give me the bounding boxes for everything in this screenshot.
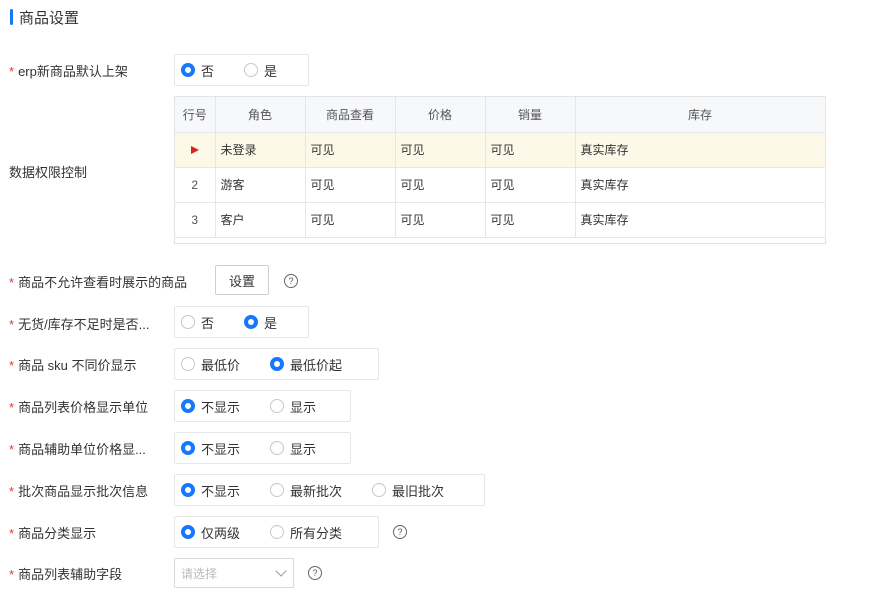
cell-price[interactable]: 可见 — [395, 167, 486, 203]
radio-circle-icon — [270, 357, 285, 371]
radio-circle-icon — [181, 441, 195, 455]
erp-default-listing-radio-group: 否 是 — [174, 54, 309, 86]
radio-stock-no[interactable]: 否 — [181, 313, 214, 332]
radio-category-two-levels[interactable]: 仅两级 — [181, 523, 240, 542]
out-of-stock-radio-group: 否 是 — [174, 306, 309, 338]
radio-circle-icon — [181, 483, 195, 497]
radio-erp-no[interactable]: 否 — [181, 61, 214, 80]
radio-circle-icon — [270, 441, 285, 455]
radio-circle-icon — [270, 483, 285, 497]
list-price-unit-radio-group: 不显示 显示 — [174, 390, 351, 422]
title-accent-bar — [10, 9, 13, 25]
radio-lowest-price-from[interactable]: 最低价起 — [270, 355, 342, 374]
aux-unit-price-label: * 商品辅助单位价格显... — [9, 442, 146, 457]
col-header-view: 商品查看 — [305, 97, 396, 133]
cell-role[interactable]: 客户 — [215, 202, 306, 238]
radio-circle-icon — [244, 63, 259, 77]
col-header-stock: 库存 — [575, 97, 826, 133]
radio-circle-icon — [270, 525, 285, 539]
section-title-text: 商品设置 — [19, 9, 80, 27]
aux-unit-price-radio-group: 不显示 显示 — [174, 432, 351, 464]
col-header-price: 价格 — [395, 97, 486, 133]
cell-sales[interactable]: 可见 — [485, 202, 576, 238]
radio-price-unit-hide[interactable]: 不显示 — [181, 397, 240, 416]
radio-erp-yes[interactable]: 是 — [244, 61, 277, 80]
radio-circle-icon — [270, 399, 285, 413]
list-aux-fields-select[interactable]: 请选择 — [174, 558, 294, 588]
radio-circle-icon — [181, 63, 195, 77]
radio-circle-icon — [244, 315, 259, 329]
col-header-sales: 销量 — [485, 97, 576, 133]
cell-view[interactable]: 可见 — [305, 167, 396, 203]
radio-category-all[interactable]: 所有分类 — [270, 523, 342, 542]
out-of-stock-label: * 无货/库存不足时是否... — [9, 317, 150, 332]
cell-row-no: 2 — [175, 167, 216, 203]
cell-row-no: 3 — [175, 202, 216, 238]
radio-stock-yes[interactable]: 是 — [244, 313, 277, 332]
batch-info-radio-group: 不显示 最新批次 最旧批次 — [174, 474, 485, 506]
help-icon[interactable]: ? — [393, 525, 407, 539]
cell-view[interactable]: 可见 — [305, 132, 396, 168]
table-row[interactable]: 3 客户 可见 可见 可见 真实库存 — [175, 202, 826, 238]
hidden-goods-label: * 商品不允许查看时展示的商品 — [9, 275, 188, 290]
radio-lowest-price[interactable]: 最低价 — [181, 355, 240, 374]
radio-circle-icon — [372, 483, 387, 497]
table-header-row: 行号 角色 商品查看 价格 销量 库存 — [175, 97, 826, 133]
select-placeholder: 请选择 — [181, 566, 218, 581]
current-row-marker — [175, 132, 216, 168]
erp-default-listing-label: * erp新商品默认上架 — [9, 64, 128, 79]
cell-sales[interactable]: 可见 — [485, 132, 576, 168]
cell-stock[interactable]: 真实库存 — [575, 202, 826, 238]
section-title: 商品设置 — [10, 8, 80, 27]
category-display-label: * 商品分类显示 — [9, 526, 97, 541]
radio-price-unit-show[interactable]: 显示 — [270, 397, 316, 416]
list-price-unit-label: * 商品列表价格显示单位 — [9, 400, 149, 415]
radio-batch-newest[interactable]: 最新批次 — [270, 481, 342, 500]
cell-stock[interactable]: 真实库存 — [575, 132, 826, 168]
cell-sales[interactable]: 可见 — [485, 167, 576, 203]
col-header-role: 角色 — [215, 97, 306, 133]
sku-price-display-radio-group: 最低价 最低价起 — [174, 348, 379, 380]
batch-info-label: * 批次商品显示批次信息 — [9, 484, 149, 499]
radio-aux-price-show[interactable]: 显示 — [270, 439, 316, 458]
col-header-row-no: 行号 — [175, 97, 216, 133]
hidden-goods-settings-button[interactable]: 设置 — [215, 265, 269, 295]
cell-stock[interactable]: 真实库存 — [575, 167, 826, 203]
category-display-radio-group: 仅两级 所有分类 — [174, 516, 379, 548]
radio-circle-icon — [181, 357, 195, 371]
radio-circle-icon — [181, 315, 195, 329]
list-aux-fields-label: * 商品列表辅助字段 — [9, 567, 123, 582]
table-row[interactable]: 未登录 可见 可见 可见 真实库存 — [175, 132, 826, 168]
permission-table: 行号 角色 商品查看 价格 销量 库存 未登录 可见 可见 可见 真实库存 2 … — [174, 96, 826, 244]
cell-role[interactable]: 未登录 — [215, 132, 306, 168]
cell-role[interactable]: 游客 — [215, 167, 306, 203]
cell-view[interactable]: 可见 — [305, 202, 396, 238]
help-icon[interactable]: ? — [284, 274, 298, 288]
table-row[interactable]: 2 游客 可见 可见 可见 真实库存 — [175, 167, 826, 203]
radio-batch-oldest[interactable]: 最旧批次 — [372, 481, 444, 500]
radio-circle-icon — [181, 525, 195, 539]
data-permission-label: 数据权限控制 — [9, 165, 88, 180]
cell-price[interactable]: 可见 — [395, 202, 486, 238]
current-row-arrow-icon — [190, 145, 199, 154]
chevron-down-icon — [275, 565, 287, 577]
radio-batch-hide[interactable]: 不显示 — [181, 481, 240, 500]
radio-aux-price-hide[interactable]: 不显示 — [181, 439, 240, 458]
radio-circle-icon — [181, 399, 195, 413]
cell-price[interactable]: 可见 — [395, 132, 486, 168]
help-icon[interactable]: ? — [308, 566, 322, 580]
sku-price-display-label: * 商品 sku 不同价显示 — [9, 358, 137, 373]
